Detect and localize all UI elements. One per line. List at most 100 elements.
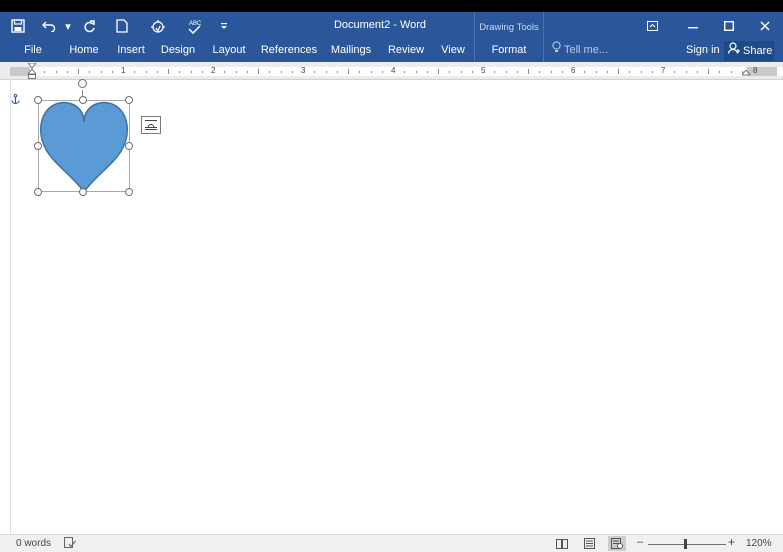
tab-design[interactable]: Design bbox=[159, 40, 197, 62]
undo-dropdown-icon[interactable]: ▾ bbox=[62, 12, 74, 40]
drawing-tools-header: Drawing Tools bbox=[474, 12, 544, 40]
ruler-tick bbox=[100, 71, 102, 73]
ruler-tick bbox=[651, 71, 653, 73]
document-area[interactable] bbox=[0, 79, 783, 534]
resize-handle-e[interactable] bbox=[125, 142, 133, 150]
ruler-tick bbox=[685, 71, 687, 73]
ribbon-display-options-icon[interactable] bbox=[629, 12, 675, 40]
undo-icon[interactable] bbox=[36, 12, 62, 40]
ruler-tick bbox=[145, 71, 147, 73]
tab-mailings[interactable]: Mailings bbox=[328, 40, 374, 62]
customize-qat-icon[interactable] bbox=[212, 12, 236, 40]
maximize-icon[interactable] bbox=[711, 12, 747, 40]
ruler-tick bbox=[246, 71, 248, 73]
ruler-number: 4 bbox=[391, 66, 396, 75]
window-controls bbox=[629, 12, 783, 40]
horizontal-ruler[interactable]: 1 2 3 4 5 6 7 8 bbox=[0, 62, 783, 80]
ruler-tick bbox=[258, 69, 259, 74]
close-icon[interactable] bbox=[747, 12, 783, 40]
resize-handle-se[interactable] bbox=[125, 188, 133, 196]
zoom-level[interactable]: 120% bbox=[746, 538, 772, 549]
rotation-handle[interactable] bbox=[78, 79, 87, 88]
ruler-tick bbox=[539, 71, 541, 73]
ruler-tick bbox=[111, 71, 113, 73]
ruler-tick bbox=[348, 69, 349, 74]
resize-handle-s[interactable] bbox=[79, 188, 87, 196]
tab-file[interactable]: File bbox=[18, 40, 48, 62]
new-document-icon[interactable] bbox=[104, 12, 140, 40]
tab-format[interactable]: Format bbox=[474, 40, 544, 62]
resize-handle-n[interactable] bbox=[79, 96, 87, 104]
document-title: Document2 - Word bbox=[333, 19, 427, 31]
ruler-tick bbox=[708, 69, 709, 74]
title-bar: ▾ ABC Document2 - Word Drawing Tools bbox=[0, 12, 783, 40]
ruler-right-margin bbox=[747, 67, 777, 76]
ribbon-tabs: File Home Insert Design Layout Reference… bbox=[0, 40, 783, 62]
layout-options-button[interactable] bbox=[141, 116, 161, 134]
ruler-number: 8 bbox=[753, 66, 758, 75]
zoom-slider-thumb[interactable] bbox=[684, 539, 687, 549]
ruler-number: 5 bbox=[481, 66, 486, 75]
web-layout-icon[interactable] bbox=[608, 536, 626, 551]
indent-marker-icon[interactable] bbox=[28, 63, 36, 79]
resize-handle-sw[interactable] bbox=[34, 188, 42, 196]
spelling-icon[interactable]: ABC bbox=[176, 12, 212, 40]
minimize-icon[interactable] bbox=[675, 12, 711, 40]
tab-layout[interactable]: Layout bbox=[210, 40, 248, 62]
resize-handle-ne[interactable] bbox=[125, 96, 133, 104]
print-layout-icon[interactable] bbox=[580, 536, 598, 551]
ruler-tick bbox=[55, 71, 57, 73]
ruler-tick bbox=[224, 71, 226, 73]
tab-insert[interactable]: Insert bbox=[114, 40, 148, 62]
share-button[interactable]: Share bbox=[724, 41, 774, 61]
tell-me-placeholder: Tell me... bbox=[564, 44, 609, 56]
redo-icon[interactable] bbox=[74, 12, 104, 40]
ruler-tick bbox=[78, 69, 79, 74]
lightbulb-icon bbox=[552, 40, 561, 60]
ruler-tick bbox=[561, 71, 563, 73]
save-icon[interactable] bbox=[0, 12, 36, 40]
ruler-tick bbox=[381, 71, 383, 73]
ruler-tick bbox=[44, 71, 46, 73]
zoom-in-button[interactable]: + bbox=[728, 535, 735, 549]
ruler-tick bbox=[696, 71, 698, 73]
ruler-tick bbox=[674, 71, 676, 73]
quick-access-toolbar: ▾ ABC bbox=[0, 12, 236, 40]
tell-me-search[interactable]: Tell me... bbox=[552, 40, 608, 62]
ruler-tick bbox=[426, 71, 428, 73]
word-count[interactable]: 0 words bbox=[16, 538, 51, 549]
share-label: Share bbox=[743, 44, 773, 57]
ruler-tick bbox=[449, 71, 451, 73]
ruler-tick bbox=[280, 71, 282, 73]
ruler-number: 3 bbox=[301, 66, 306, 75]
tab-home[interactable]: Home bbox=[66, 40, 102, 62]
ruler-tick bbox=[269, 71, 271, 73]
ruler-tick bbox=[550, 71, 552, 73]
ruler-tick bbox=[629, 71, 631, 73]
ruler-tick bbox=[606, 71, 608, 73]
ruler-tick bbox=[438, 69, 439, 74]
right-indent-marker-icon[interactable] bbox=[742, 70, 750, 78]
zoom-slider-track[interactable] bbox=[648, 544, 726, 545]
tab-view[interactable]: View bbox=[437, 40, 469, 62]
contextual-tab-group-label: Drawing Tools bbox=[479, 22, 539, 33]
zoom-out-button[interactable]: – bbox=[637, 536, 643, 548]
heart-graphic bbox=[40, 101, 128, 192]
resize-handle-w[interactable] bbox=[34, 142, 42, 150]
status-bar: 0 words – + 120% bbox=[0, 534, 783, 552]
ruler-tick bbox=[201, 71, 203, 73]
proofing-icon[interactable] bbox=[64, 537, 76, 551]
sign-in-link[interactable]: Sign in bbox=[686, 40, 720, 62]
heart-shape[interactable] bbox=[38, 100, 130, 192]
ruler-tick bbox=[179, 71, 181, 73]
ruler-tick bbox=[595, 71, 597, 73]
anchor-icon bbox=[11, 94, 20, 108]
ruler-left-margin bbox=[10, 67, 30, 76]
ruler-tick bbox=[516, 71, 518, 73]
tab-review[interactable]: Review bbox=[386, 40, 426, 62]
touch-mode-icon[interactable] bbox=[140, 12, 176, 40]
resize-handle-nw[interactable] bbox=[34, 96, 42, 104]
tab-references[interactable]: References bbox=[260, 40, 318, 62]
read-mode-icon[interactable] bbox=[553, 536, 571, 551]
ruler-number: 2 bbox=[211, 66, 216, 75]
